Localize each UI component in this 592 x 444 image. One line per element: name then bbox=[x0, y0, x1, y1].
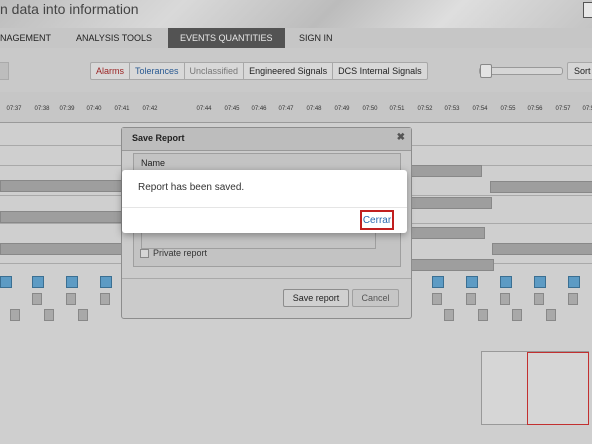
event-marker[interactable] bbox=[100, 276, 112, 288]
close-icon[interactable]: ✖ bbox=[397, 132, 405, 143]
event-bar[interactable] bbox=[490, 181, 592, 193]
event-marker[interactable] bbox=[512, 309, 522, 321]
app-tagline: n data into information bbox=[0, 1, 139, 17]
filter-unclassified[interactable]: Unclassified bbox=[185, 63, 245, 79]
event-bar[interactable] bbox=[492, 243, 592, 255]
filter-alarms[interactable]: Alarms bbox=[91, 63, 131, 79]
time-tick: 07:39 bbox=[59, 106, 75, 112]
close-alert-button[interactable]: Cerrar bbox=[360, 210, 394, 230]
time-tick: 07:38 bbox=[34, 106, 50, 112]
event-marker[interactable] bbox=[78, 309, 88, 321]
event-marker[interactable] bbox=[0, 276, 12, 288]
app-header: n data into information bbox=[0, 0, 592, 28]
private-report-option[interactable]: Private report bbox=[140, 248, 207, 258]
time-tick: 07:56 bbox=[527, 106, 543, 112]
event-marker[interactable] bbox=[466, 293, 476, 305]
event-marker[interactable] bbox=[432, 293, 442, 305]
save-report-header: Save Report ✖ bbox=[122, 128, 411, 151]
event-marker[interactable] bbox=[66, 293, 76, 305]
private-report-checkbox[interactable] bbox=[140, 248, 149, 258]
saved-alert-dialog: Report has been saved. Cerrar bbox=[122, 170, 407, 233]
event-marker[interactable] bbox=[478, 309, 488, 321]
event-marker[interactable] bbox=[534, 276, 546, 288]
private-report-label: Private report bbox=[153, 248, 208, 258]
time-tick: 07:52 bbox=[417, 106, 433, 112]
time-tick: 07:41 bbox=[114, 106, 130, 112]
time-tick: 07:48 bbox=[306, 106, 322, 112]
event-marker[interactable] bbox=[466, 276, 478, 288]
event-bar[interactable] bbox=[0, 180, 122, 192]
event-marker[interactable] bbox=[32, 276, 44, 288]
minimap-selection[interactable] bbox=[527, 352, 589, 425]
dialog-divider bbox=[122, 278, 411, 279]
sort-button[interactable]: Sort bbox=[567, 62, 592, 80]
name-label: Name bbox=[141, 158, 166, 168]
event-bar[interactable] bbox=[408, 227, 485, 239]
cancel-button[interactable]: Cancel bbox=[352, 289, 399, 307]
time-tick: 07:46 bbox=[251, 106, 267, 112]
alert-divider bbox=[122, 207, 407, 208]
timeline-axis: 07:37 07:38 07:39 07:40 07:41 07:42 07:4… bbox=[0, 92, 592, 123]
nav-item-sign-in[interactable]: SIGN IN bbox=[299, 28, 333, 48]
time-tick: 07:54 bbox=[472, 106, 488, 112]
time-tick: 07:58 bbox=[582, 106, 592, 112]
filter-engineered-signals[interactable]: Engineered Signals bbox=[244, 63, 334, 79]
event-marker[interactable] bbox=[444, 309, 454, 321]
event-marker[interactable] bbox=[534, 293, 544, 305]
time-tick: 07:42 bbox=[142, 106, 158, 112]
event-bar[interactable] bbox=[0, 243, 122, 255]
save-report-button[interactable]: Save report bbox=[283, 289, 349, 307]
toolbar: Alarms Tolerances Unclassified Engineere… bbox=[0, 48, 592, 92]
time-tick: 07:45 bbox=[224, 106, 240, 112]
save-report-title: Save Report bbox=[132, 133, 185, 143]
event-marker[interactable] bbox=[10, 309, 20, 321]
signal-filter-group: Alarms Tolerances Unclassified Engineere… bbox=[90, 62, 428, 80]
event-marker[interactable] bbox=[432, 276, 444, 288]
event-marker[interactable] bbox=[100, 293, 110, 305]
filter-tolerances[interactable]: Tolerances bbox=[130, 63, 185, 79]
toolbar-left-button[interactable] bbox=[0, 62, 9, 80]
time-tick: 07:40 bbox=[86, 106, 102, 112]
event-marker[interactable] bbox=[44, 309, 54, 321]
event-marker[interactable] bbox=[568, 293, 578, 305]
event-marker[interactable] bbox=[546, 309, 556, 321]
event-bar[interactable] bbox=[408, 259, 494, 271]
nav-item-analysis-tools[interactable]: ANALYSIS TOOLS bbox=[76, 28, 152, 48]
overview-minimap[interactable] bbox=[481, 351, 589, 425]
nav-item-events-quantities[interactable]: EVENTS QUANTITIES bbox=[168, 28, 285, 48]
time-tick: 07:55 bbox=[500, 106, 516, 112]
event-bar[interactable] bbox=[408, 197, 492, 209]
time-tick: 07:44 bbox=[196, 106, 212, 112]
event-marker[interactable] bbox=[500, 276, 512, 288]
event-bar[interactable] bbox=[408, 165, 482, 177]
time-tick: 07:53 bbox=[444, 106, 460, 112]
event-marker[interactable] bbox=[32, 293, 42, 305]
event-marker[interactable] bbox=[66, 276, 78, 288]
nav-item-management[interactable]: NAGEMENT bbox=[0, 28, 51, 48]
time-tick: 07:49 bbox=[334, 106, 350, 112]
main-nav: NAGEMENT ANALYSIS TOOLS EVENTS QUANTITIE… bbox=[0, 28, 592, 48]
filter-dcs-internal-signals[interactable]: DCS Internal Signals bbox=[333, 63, 427, 79]
time-tick: 07:57 bbox=[555, 106, 571, 112]
time-tick: 07:47 bbox=[278, 106, 294, 112]
time-tick: 07:50 bbox=[362, 106, 378, 112]
event-marker[interactable] bbox=[500, 293, 510, 305]
time-tick: 07:51 bbox=[389, 106, 405, 112]
time-tick: 07:37 bbox=[6, 106, 22, 112]
zoom-slider-handle[interactable] bbox=[480, 64, 492, 78]
event-bar[interactable] bbox=[0, 211, 122, 223]
alert-message: Report has been saved. bbox=[138, 182, 245, 193]
event-marker[interactable] bbox=[568, 276, 580, 288]
zoom-slider[interactable] bbox=[479, 64, 563, 78]
header-corner-control[interactable] bbox=[583, 2, 592, 18]
